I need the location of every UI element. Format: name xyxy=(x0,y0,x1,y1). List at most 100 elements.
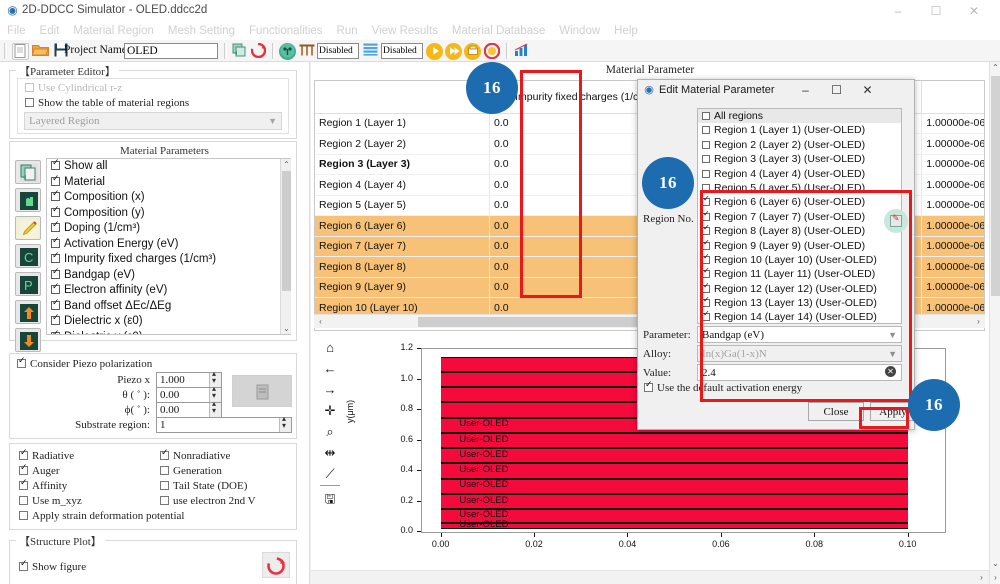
bottom-horizontal-scrollbar[interactable]: › xyxy=(311,570,989,584)
region-cell[interactable]: Region 9 (Layer 9) xyxy=(315,277,491,298)
region-cell[interactable]: Region 7 (Layer 7) xyxy=(315,236,491,257)
menu-item-file[interactable]: File xyxy=(0,22,33,40)
checkbox-show-figure[interactable]: Show figure xyxy=(19,559,86,573)
menu-item-help[interactable]: Help xyxy=(607,22,645,40)
list-item[interactable]: Composition (x) xyxy=(47,189,290,206)
col-header-region[interactable] xyxy=(315,81,491,114)
checkbox-generation[interactable]: Generation xyxy=(160,465,222,477)
me-perp-cell[interactable]: 1.00000e-06 xyxy=(921,133,984,155)
scroll-up-arrow-icon[interactable]: ⌃ xyxy=(281,159,292,170)
forward-arrow-icon[interactable]: → xyxy=(319,379,341,400)
region-cell[interactable]: Region 2 (Layer 2) xyxy=(315,133,491,155)
phi-input[interactable]: 0.00 xyxy=(156,399,222,418)
menu-item-mesh-setting[interactable]: Mesh Setting xyxy=(161,22,242,40)
layered-region-dropdown[interactable]: Layered Region ▼ xyxy=(24,112,282,130)
checkbox-nonradiative[interactable]: Nonradiative xyxy=(160,448,230,462)
checkbox-tail-state[interactable]: Tail State (DOE) xyxy=(160,480,247,492)
region-cell[interactable]: Region 5 (Layer 5) xyxy=(315,195,491,216)
dialog-maximize-button[interactable]: ☐ xyxy=(821,80,852,101)
main-vertical-scrollbar[interactable]: ⌃ ⌄ › xyxy=(989,62,1000,584)
composition-c-icon[interactable]: C xyxy=(15,244,41,268)
checkbox-use-cylindrical[interactable]: Use Cylindrical r-z xyxy=(25,82,122,94)
menu-item-view-results[interactable]: View Results xyxy=(365,22,445,40)
col-header-me-perp[interactable]: mₑ⊥ xyxy=(921,81,984,114)
list-item[interactable]: Impurity fixed charges (1/cm³) xyxy=(47,251,290,268)
scroll-right-arrow-icon[interactable]: › xyxy=(990,572,1000,584)
checkbox-radiative[interactable]: Radiative xyxy=(19,448,74,462)
me-perp-cell[interactable]: 1.00000e-06 xyxy=(921,174,984,196)
save-figure-icon[interactable]: 🖫 xyxy=(319,488,341,509)
checkbox-auger[interactable]: Auger xyxy=(19,463,60,477)
window-minimize-button[interactable]: – xyxy=(880,0,916,22)
refresh-figure-button[interactable] xyxy=(262,552,290,578)
reload-structure-icon[interactable] xyxy=(250,42,267,60)
polarization-p-icon[interactable]: P xyxy=(15,272,41,296)
menu-item-material-region[interactable]: Material Region xyxy=(66,22,161,40)
move-down-icon[interactable] xyxy=(15,328,41,352)
scroll-up-arrow-icon[interactable]: ⌃ xyxy=(990,62,1000,74)
toolbar-grip[interactable] xyxy=(4,43,7,59)
run-all-icon[interactable] xyxy=(445,43,462,60)
list-item-region[interactable]: Region 3 (Layer 3) (User-OLED) xyxy=(698,152,901,166)
region-cell[interactable]: Region 4 (Layer 4) xyxy=(315,174,491,196)
copy-icon[interactable] xyxy=(15,160,41,184)
run-icon[interactable] xyxy=(426,43,443,60)
me-perp-cell[interactable]: 1.00000e-06 xyxy=(921,215,984,237)
structure-refresh-icon[interactable] xyxy=(231,43,248,60)
list-item[interactable]: Material xyxy=(47,174,290,191)
mesh-status-dropdown[interactable]: Disabled xyxy=(317,43,359,59)
scroll-left-arrow-icon[interactable]: ‹ xyxy=(314,315,327,328)
back-arrow-icon[interactable]: ← xyxy=(319,358,341,379)
scroll-right-arrow-icon[interactable]: › xyxy=(972,315,985,328)
list-item[interactable]: Dielectric y (ε0) xyxy=(47,329,290,334)
solver-status-dropdown[interactable]: Disabled xyxy=(381,43,423,59)
region-cell[interactable]: Region 8 (Layer 8) xyxy=(315,256,491,278)
scrollbar-thumb[interactable] xyxy=(282,171,291,291)
list-item-region[interactable]: Region 4 (Layer 4) (User-OLED) xyxy=(698,167,901,181)
list-item-region[interactable]: Region 1 (Layer 1) (User-OLED) xyxy=(698,123,901,137)
checkbox-affinity[interactable]: Affinity xyxy=(19,478,67,492)
dialog-close-button[interactable]: ✕ xyxy=(852,80,883,101)
project-name-input[interactable]: OLED xyxy=(124,43,218,59)
run-batch-icon[interactable] xyxy=(464,43,481,60)
solver-lines-icon[interactable] xyxy=(362,43,379,60)
substrate-region-input[interactable]: 1 xyxy=(156,414,292,433)
list-item[interactable]: Activation Energy (eV) xyxy=(47,236,290,253)
scrollbar-thumb[interactable] xyxy=(991,76,1000,296)
zoom-magnifier-icon[interactable]: ⌕ xyxy=(319,421,341,442)
new-file-icon[interactable] xyxy=(12,43,29,60)
me-perp-cell[interactable]: 1.00000e-06 xyxy=(921,195,984,216)
list-item-region[interactable]: Region 2 (Layer 2) (User-OLED) xyxy=(698,138,901,152)
checkbox-use-m-xyz[interactable]: Use m_xyz xyxy=(19,495,82,507)
toolbar-grip-2[interactable] xyxy=(224,43,227,59)
list-item[interactable]: Dielectric x (ε0) xyxy=(47,313,290,330)
material-list-scrollbar[interactable]: ⌃ ⌄ xyxy=(280,159,291,334)
open-folder-icon[interactable] xyxy=(31,43,49,60)
menu-item-edit[interactable]: Edit xyxy=(33,22,67,40)
toolbar-grip-3[interactable] xyxy=(272,43,275,59)
piezo-image-button[interactable] xyxy=(232,375,292,407)
mesh-grid-icon[interactable] xyxy=(298,43,315,60)
list-item[interactable]: Show all xyxy=(47,159,290,175)
region-cell[interactable]: Region 1 (Layer 1) xyxy=(315,113,491,134)
move-up-icon[interactable] xyxy=(15,300,41,324)
region-cell[interactable]: Region 6 (Layer 6) xyxy=(315,215,491,237)
menu-item-functionalities[interactable]: Functionalities xyxy=(242,22,330,40)
checkbox-consider-piezo[interactable]: Consider Piezo polarization xyxy=(17,356,152,370)
menu-item-window[interactable]: Window xyxy=(552,22,607,40)
me-perp-cell[interactable]: 1.00000e-06 xyxy=(921,256,984,278)
list-item[interactable]: Band offset ΔEc/ΔEg xyxy=(47,298,290,315)
toolbar-grip-4[interactable] xyxy=(506,43,509,59)
configure-subplots-icon[interactable]: ⇹ xyxy=(319,442,341,463)
me-perp-cell[interactable]: 1.00000e-06 xyxy=(921,154,984,175)
results-chart-icon[interactable] xyxy=(513,43,530,60)
home-icon[interactable]: ⌂ xyxy=(319,337,341,358)
edit-pencil-icon[interactable] xyxy=(15,216,41,240)
list-item[interactable]: Composition (y) xyxy=(47,205,290,222)
scrollbar-thumb[interactable] xyxy=(418,317,638,327)
window-maximize-button[interactable]: ☐ xyxy=(918,0,954,22)
spinner-arrows-icon[interactable] xyxy=(209,399,221,417)
close-button[interactable]: Close xyxy=(808,402,864,421)
list-item[interactable]: Doping (1/cm³) xyxy=(47,220,290,237)
scroll-down-arrow-icon[interactable]: ⌄ xyxy=(281,323,292,334)
